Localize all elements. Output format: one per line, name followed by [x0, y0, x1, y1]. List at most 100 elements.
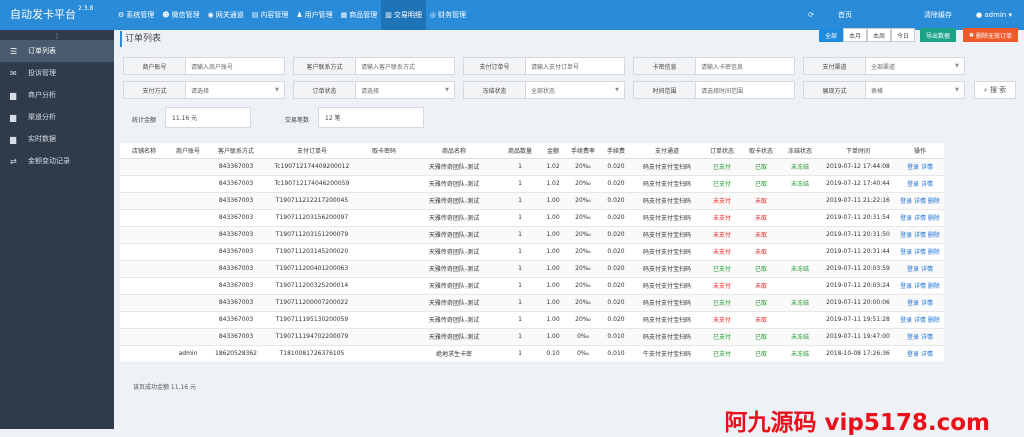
- caret-down-icon: ▼: [615, 87, 619, 93]
- sidebar-item-realtime[interactable]: ▆ 实时数据: [0, 128, 114, 150]
- table-cell: T190711203151200079: [264, 226, 360, 244]
- column-header: 冻结状态: [780, 143, 820, 159]
- topnav-finance[interactable]: ◎ 财务管理: [426, 0, 470, 30]
- row-actions[interactable]: 登录 详情 删除: [896, 277, 944, 295]
- export-label: 导出数据: [926, 32, 951, 40]
- topnav-content[interactable]: ▤ 内容管理: [248, 0, 293, 30]
- clear-cache-link[interactable]: 清除缓存: [912, 10, 964, 20]
- pay-method-select[interactable]: 支付方式 请选择 ▼: [123, 81, 285, 99]
- sidebar-item-orders[interactable]: ☰ 订单列表: [0, 40, 114, 62]
- table-cell: [780, 192, 820, 210]
- row-actions[interactable]: 登录 详情 删除: [896, 226, 944, 244]
- table-row: 843367003 T190711200325200014 天雅传奇团队-测试 1 1.…: [120, 277, 944, 295]
- table-cell: 843367003: [208, 277, 264, 295]
- table-cell: 18620528362: [208, 345, 264, 363]
- table-cell: 1.00: [540, 277, 566, 295]
- table-cell: 天雅传奇团队-测试: [408, 328, 500, 346]
- refresh-icon[interactable]: ⟳: [796, 11, 826, 19]
- range-today-button[interactable]: 今日: [891, 28, 916, 42]
- row-actions[interactable]: 登录 详情: [896, 345, 944, 363]
- sidebar-item-amount-log[interactable]: ⇄ 金额变动记录: [0, 150, 114, 172]
- table-cell: 天雅传奇团队-测试: [408, 158, 500, 176]
- sidebar-item-complaints[interactable]: ✉ 投诉管理: [0, 62, 114, 84]
- sidebar-toggle-icon[interactable]: ⋮: [0, 32, 114, 40]
- select-value: 全部状态 ▼: [526, 82, 624, 98]
- table-row: 843367003 T190711203156200097 天雅传奇团队-测试 1 1.…: [120, 209, 944, 227]
- range-month-button[interactable]: 本月: [843, 28, 868, 42]
- topnav-transactions[interactable]: ▥ 交易明细: [381, 0, 426, 30]
- table-cell: 843367003: [208, 158, 264, 176]
- table-cell: [780, 277, 820, 295]
- table-cell: 20‰: [566, 294, 600, 312]
- table-cell: 已取: [742, 175, 780, 193]
- table-cell: [120, 209, 168, 227]
- column-header: 手续费: [600, 143, 632, 159]
- orders-table-body: 843367003 Tc190712174409200012 天雅传奇团队-测试 1 1…: [120, 158, 944, 363]
- row-actions[interactable]: 登录 详情: [896, 294, 944, 312]
- customer-contact-field[interactable]: 客户联系方式 请输入客户联系方式: [293, 57, 455, 75]
- row-actions[interactable]: 登录 详情: [896, 260, 944, 278]
- search-label: 搜 索: [989, 86, 1007, 94]
- sidebar-item-channel-analysis[interactable]: ▆ 渠道分析: [0, 106, 114, 128]
- table-cell: 20‰: [566, 192, 600, 210]
- stat-amount-label: 统计金额: [132, 117, 157, 124]
- table-cell: 码支付支付宝扫码: [632, 311, 702, 329]
- merchant-account-field[interactable]: 商户账号 请输入商户账号: [123, 57, 285, 75]
- app-version: 2.3.8: [78, 5, 94, 12]
- table-cell: 0.020: [600, 277, 632, 295]
- table-cell: 牛支付支付宝扫码: [632, 345, 702, 363]
- row-actions[interactable]: 登录 详情 删除: [896, 243, 944, 261]
- table-cell: 843367003: [208, 311, 264, 329]
- bar-chart-icon: ▆: [10, 90, 17, 100]
- row-actions[interactable]: 登录 详情 删除: [896, 311, 944, 329]
- app-brand[interactable]: 自动发卡平台 2.3.8: [0, 0, 114, 30]
- export-button[interactable]: 导出数据: [920, 28, 957, 42]
- home-link[interactable]: 首页: [826, 10, 864, 20]
- row-actions[interactable]: 登录 详情: [896, 328, 944, 346]
- topnav-wechat[interactable]: ☻ 微信管理: [158, 0, 203, 30]
- field-label: 支付方式: [124, 82, 186, 98]
- pay-channel-select[interactable]: 支付渠道 全部渠道 ▼: [803, 57, 965, 75]
- filter-panel: 订单列表 全部 本月 本周 今日 导出数据 ✖ 删除无效订单 商户账号 请输入商户…: [120, 27, 1024, 147]
- card-info-field[interactable]: 卡密信息 请输入卡密信息: [633, 57, 795, 75]
- table-cell: 1: [500, 311, 540, 329]
- time-range-field[interactable]: 时间范围 请选择时间范围: [633, 81, 795, 99]
- table-cell: 1.02: [540, 158, 566, 176]
- table-cell: 已取: [742, 294, 780, 312]
- table-cell: 未支付: [702, 311, 742, 329]
- user-menu[interactable]: ● admin ▾: [964, 11, 1024, 19]
- range-week-button[interactable]: 本周: [867, 28, 892, 42]
- sidebar-item-label: 渠道分析: [28, 113, 56, 121]
- table-cell: 2019-07-11 19:47:00: [820, 328, 896, 346]
- display-mode-select[interactable]: 展现方式 表格 ▼: [803, 81, 965, 99]
- table-cell: 1.00: [540, 192, 566, 210]
- topnav-goods[interactable]: ▦ 商品管理: [337, 0, 382, 30]
- search-button[interactable]: ⌕ 搜 索: [974, 81, 1016, 99]
- table-cell: 天雅传奇团队-测试: [408, 192, 500, 210]
- topnav-system[interactable]: ⚙ 系统管理: [114, 0, 158, 30]
- order-status-select[interactable]: 订单状态 请选择 ▼: [293, 81, 455, 99]
- table-cell: [168, 158, 208, 176]
- sidebar-item-merchant-analysis[interactable]: ▆ 商户分析: [0, 84, 114, 106]
- table-cell: 未冻结: [780, 158, 820, 176]
- pay-order-no-field[interactable]: 支付订单号 请输入支付订单号: [463, 57, 625, 75]
- table-cell: 已支付: [702, 175, 742, 193]
- table-cell: 未取: [742, 209, 780, 227]
- table-cell: 20‰: [566, 209, 600, 227]
- row-actions[interactable]: 登录 详情: [896, 158, 944, 176]
- column-header: 取卡密码: [360, 143, 408, 159]
- row-actions[interactable]: 登录 详情: [896, 175, 944, 193]
- delete-invalid-button[interactable]: ✖ 删除无效订单: [963, 28, 1018, 42]
- range-all-button[interactable]: 全部: [819, 28, 844, 42]
- topnav-users[interactable]: ♟ 用户管理: [292, 0, 336, 30]
- row-actions[interactable]: 登录 详情 删除: [896, 209, 944, 227]
- column-header: 商品数量: [500, 143, 540, 159]
- table-cell: [168, 192, 208, 210]
- topnav-gateway[interactable]: ◉ 网关通道: [204, 0, 248, 30]
- table-cell: 已取: [742, 328, 780, 346]
- freeze-status-select[interactable]: 冻结状态 全部状态 ▼: [463, 81, 625, 99]
- table-cell: 已取: [742, 345, 780, 363]
- row-actions[interactable]: 登录 详情 删除: [896, 192, 944, 210]
- stat-count-value: 12 笔: [318, 107, 424, 128]
- table-cell: 20‰: [566, 260, 600, 278]
